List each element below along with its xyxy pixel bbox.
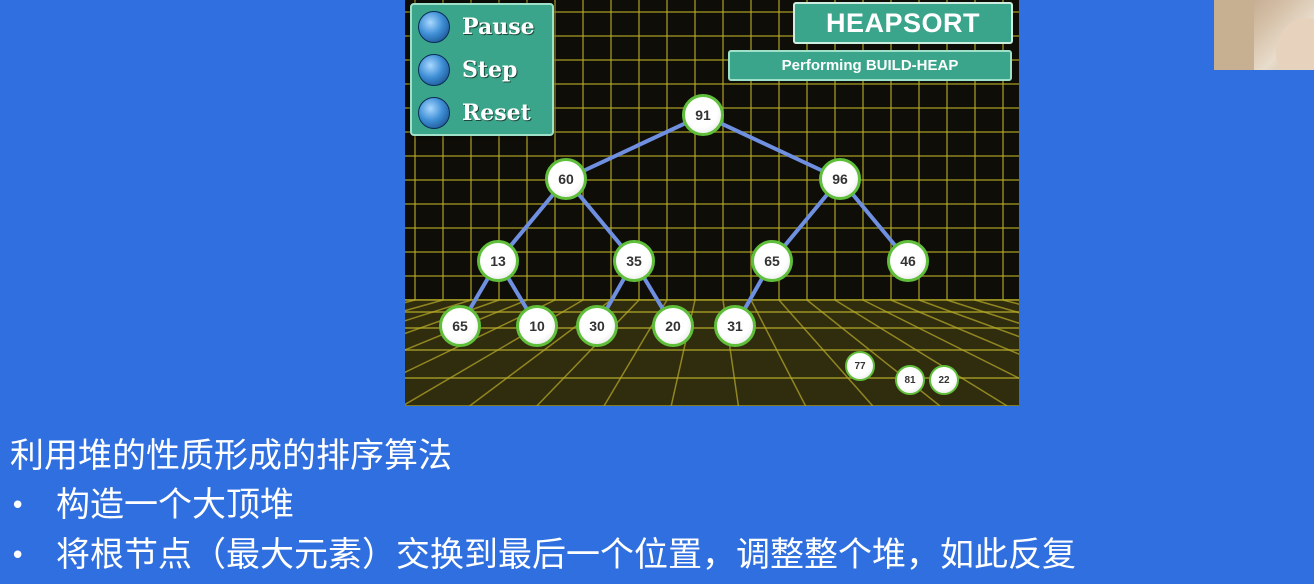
title-banner: HEAPSORT <box>793 2 1013 44</box>
heap-node: 46 <box>887 240 929 282</box>
slide-heading: 利用堆的性质形成的排序算法 <box>10 436 452 476</box>
bullet-marker: • <box>10 541 26 571</box>
pause-label: Pause <box>462 14 535 40</box>
step-label: Step <box>462 57 518 83</box>
webcam-person <box>1276 18 1314 70</box>
bullet-item: 将根节点（最大元素）交换到最后一个位置，调整整个堆，如此反复 <box>56 535 1076 575</box>
webcam-wall <box>1214 0 1254 70</box>
heap-node: 91 <box>682 94 724 136</box>
heap-node: 31 <box>714 305 756 347</box>
heap-node: 96 <box>819 158 861 200</box>
heap-node: 65 <box>439 305 481 347</box>
heapsort-animation: Pause Step Reset HEAPSORT Performing BUI… <box>405 0 1019 406</box>
slide-text: 利用堆的性质形成的排序算法 • 构造一个大顶堆 • 将根节点（最大元素）交换到最… <box>0 416 1314 584</box>
webcam-feed <box>1214 0 1314 70</box>
heap-node: 60 <box>545 158 587 200</box>
step-knob-icon <box>418 54 450 86</box>
sorted-node: 22 <box>929 365 959 395</box>
heap-node: 35 <box>613 240 655 282</box>
bullet-marker: • <box>10 491 26 521</box>
heap-node: 10 <box>516 305 558 347</box>
control-panel: Pause Step Reset <box>410 3 554 136</box>
heap-node: 30 <box>576 305 618 347</box>
reset-knob-icon <box>418 97 450 129</box>
heap-node: 20 <box>652 305 694 347</box>
sorted-node: 81 <box>895 365 925 395</box>
bullet-item: 构造一个大顶堆 <box>56 485 294 525</box>
sorted-node: 77 <box>845 351 875 381</box>
reset-button[interactable]: Reset <box>418 95 546 131</box>
pause-button[interactable]: Pause <box>418 9 546 45</box>
heap-node: 65 <box>751 240 793 282</box>
step-button[interactable]: Step <box>418 52 546 88</box>
pause-knob-icon <box>418 11 450 43</box>
title-text: HEAPSORT <box>825 7 981 38</box>
status-text: Performing BUILD-HEAP <box>781 57 959 74</box>
heap-node: 13 <box>477 240 519 282</box>
status-banner: Performing BUILD-HEAP <box>728 50 1012 81</box>
reset-label: Reset <box>462 100 531 126</box>
